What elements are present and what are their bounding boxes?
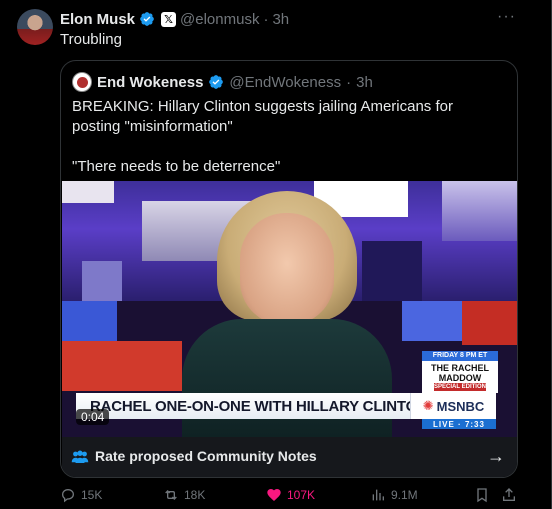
more-options-icon[interactable]: ··· xyxy=(497,8,516,26)
views-button[interactable]: 9.1M xyxy=(370,487,418,503)
screen-panel xyxy=(62,341,182,391)
share-button[interactable] xyxy=(501,487,517,503)
video-player[interactable]: FRIDAY 8 PM ET THE RACHEL MADDOW SPECIAL… xyxy=(62,181,517,437)
msnbc-logo: ✺ MSNBC xyxy=(410,393,496,419)
views-icon xyxy=(372,489,384,501)
repost-count: 18K xyxy=(184,488,206,502)
quoted-author-handle: @EndWokeness xyxy=(229,73,342,91)
promo-time: FRIDAY 8 PM ET xyxy=(422,351,498,361)
screen-panel xyxy=(442,181,517,241)
live-indicator: LIVE · 7:33 xyxy=(422,419,496,429)
repost-icon xyxy=(165,490,177,500)
tweet-time[interactable]: 3h xyxy=(272,11,289,28)
quoted-author-name: End Wokeness xyxy=(97,73,204,91)
screen-panel xyxy=(62,301,117,341)
quoted-time: 3h xyxy=(356,73,373,91)
bookmark-button[interactable] xyxy=(474,487,490,503)
repost-button[interactable]: 18K xyxy=(163,487,205,503)
quoted-header: End Wokeness @EndWokeness · 3h xyxy=(72,72,373,92)
author-avatar[interactable] xyxy=(17,9,53,45)
video-timestamp: 0:04 xyxy=(76,409,110,425)
jacket xyxy=(182,319,392,437)
heart-icon xyxy=(267,489,281,501)
peacock-icon: ✺ xyxy=(422,398,434,413)
reply-icon xyxy=(61,488,75,503)
action-bar: 15K 18K 107K 9.1M xyxy=(60,487,520,507)
reply-button[interactable]: 15K xyxy=(60,487,102,503)
reply-count: 15K xyxy=(81,488,103,502)
face xyxy=(240,213,334,325)
network-name: MSNBC xyxy=(436,398,485,414)
quoted-tweet[interactable]: End Wokeness @EndWokeness · 3h BREAKING:… xyxy=(60,60,518,478)
verified-badge-icon xyxy=(209,75,224,89)
screen-panel xyxy=(402,301,462,341)
screen-panel xyxy=(82,261,122,301)
share-icon xyxy=(503,488,515,501)
author-handle[interactable]: @elonmusk xyxy=(180,11,259,28)
screen-panel xyxy=(62,181,114,203)
chyron-text: RACHEL ONE-ON-ONE WITH HILLARY CLINTON xyxy=(90,397,428,415)
show-promo: FRIDAY 8 PM ET THE RACHEL MADDOW SPECIAL… xyxy=(422,351,498,393)
like-button[interactable]: 107K xyxy=(266,487,315,503)
promo-title: THE RACHEL MADDOW xyxy=(431,363,489,383)
community-notes-row[interactable]: Rate proposed Community Notes → xyxy=(62,437,517,477)
community-notes-icon xyxy=(71,450,89,463)
x-affiliation-icon: 𝕏 xyxy=(161,11,177,27)
author-name[interactable]: Elon Musk xyxy=(60,11,135,28)
arrow-right-icon: → xyxy=(487,446,505,466)
quoted-avatar xyxy=(72,72,92,92)
screen-panel xyxy=(462,301,517,345)
separator: · xyxy=(346,73,352,91)
verified-badge-icon xyxy=(140,12,154,26)
views-count: 9.1M xyxy=(391,488,418,502)
tweet-header: Elon Musk 𝕏 @elonmusk · 3h xyxy=(60,10,289,28)
quoted-text-line: "There needs to be deterrence" xyxy=(72,158,281,175)
like-count: 107K xyxy=(287,488,316,502)
separator: · xyxy=(263,10,269,28)
tweet[interactable]: Elon Musk 𝕏 @elonmusk · 3h ··· Troubling… xyxy=(0,0,552,509)
community-notes-label: Rate proposed Community Notes xyxy=(95,448,317,464)
quoted-text-line: BREAKING: Hillary Clinton suggests jaili… xyxy=(72,98,453,135)
bookmark-icon xyxy=(477,488,487,503)
chyron: RACHEL ONE-ON-ONE WITH HILLARY CLINTON ✺… xyxy=(76,393,496,419)
tweet-text: Troubling xyxy=(60,31,122,48)
promo-subtitle: SPECIAL EDITION xyxy=(434,383,486,391)
